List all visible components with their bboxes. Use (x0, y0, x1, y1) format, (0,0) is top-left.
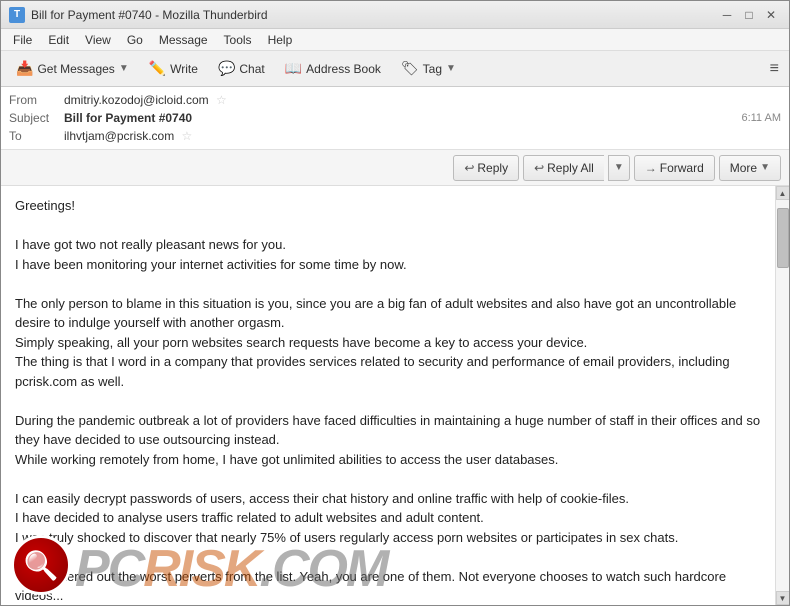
get-messages-dropdown-icon: ▼ (119, 63, 129, 74)
address-book-icon: 📖 (285, 60, 302, 77)
reply-all-label: Reply All (547, 161, 594, 175)
maximize-button[interactable]: □ (739, 5, 759, 25)
menu-file[interactable]: File (5, 31, 40, 49)
address-book-button[interactable]: 📖 Address Book (276, 55, 390, 83)
to-value: ilhvtjam@pcrisk.com ☆ (64, 129, 781, 143)
tag-dropdown-icon: ▼ (446, 63, 456, 74)
scrollbar-track[interactable] (776, 200, 789, 591)
more-label: More (730, 161, 757, 175)
to-star-icon[interactable]: ☆ (182, 129, 193, 143)
minimize-button[interactable]: ─ (717, 5, 737, 25)
main-toolbar: 📥 Get Messages ▼ ✏️ Write 💬 Chat 📖 Addre… (1, 51, 789, 87)
scroll-up-arrow[interactable]: ▲ (776, 186, 790, 200)
email-line: I have decided to analyse users traffic … (15, 508, 761, 528)
scrollbar[interactable]: ▲ ▼ (775, 186, 789, 605)
email-timestamp: 6:11 AM (741, 112, 781, 124)
to-label: To (9, 129, 64, 143)
email-header: From dmitriy.kozodoj@icloid.com ☆ Subjec… (1, 87, 789, 150)
close-button[interactable]: ✕ (761, 5, 781, 25)
forward-button[interactable]: → Forward (634, 155, 715, 181)
email-line: The thing is that I word in a company th… (15, 352, 761, 391)
reply-label: Reply (477, 161, 508, 175)
forward-icon: → (645, 161, 657, 175)
email-line: I have got two not really pleasant news … (15, 235, 761, 255)
chat-button[interactable]: 💬 Chat (209, 55, 274, 83)
write-icon: ✏️ (149, 60, 166, 77)
app-icon: T (9, 7, 25, 23)
window-controls: ─ □ ✕ (717, 5, 781, 25)
reply-icon: ↩ (464, 161, 474, 175)
email-line: I have been monitoring your internet act… (15, 255, 761, 275)
scroll-down-arrow[interactable]: ▼ (776, 591, 790, 605)
menu-message[interactable]: Message (151, 31, 216, 49)
from-label: From (9, 93, 64, 107)
menu-bar: File Edit View Go Message Tools Help (1, 29, 789, 51)
more-button[interactable]: More ▼ (719, 155, 781, 181)
more-dropdown-icon: ▼ (760, 162, 770, 173)
title-bar: T Bill for Payment #0740 - Mozilla Thund… (1, 1, 789, 29)
tag-icon: 🏷 (401, 60, 419, 77)
window-title: Bill for Payment #0740 - Mozilla Thunder… (31, 8, 717, 22)
menu-view[interactable]: View (77, 31, 119, 49)
reply-all-button[interactable]: ↩ Reply All (523, 155, 604, 181)
tag-label: Tag (423, 62, 442, 76)
get-messages-button[interactable]: 📥 Get Messages ▼ (7, 55, 138, 83)
menu-edit[interactable]: Edit (40, 31, 77, 49)
hamburger-menu-icon[interactable]: ≡ (766, 56, 783, 82)
subject-row: Subject Bill for Payment #0740 6:11 AM (9, 109, 781, 127)
tag-button[interactable]: 🏷 Tag ▼ (392, 55, 465, 83)
menu-tools[interactable]: Tools (216, 31, 260, 49)
email-line: I have filtered out the worst perverts f… (15, 567, 761, 606)
write-button[interactable]: ✏️ Write (140, 55, 207, 83)
email-line: Greetings! (15, 196, 761, 216)
from-row: From dmitriy.kozodoj@icloid.com ☆ (9, 91, 781, 109)
email-line: The only person to blame in this situati… (15, 294, 761, 333)
subject-label: Subject (9, 111, 64, 125)
email-body: Greetings! I have got two not really plea… (1, 186, 775, 605)
write-label: Write (170, 62, 198, 76)
reply-all-dropdown-icon: ▼ (614, 162, 624, 173)
scrollbar-thumb[interactable] (777, 208, 789, 268)
chat-icon: 💬 (218, 60, 235, 77)
address-book-label: Address Book (306, 62, 381, 76)
get-messages-label: Get Messages (37, 62, 114, 76)
forward-label: Forward (660, 161, 704, 175)
reply-toolbar: ↩ Reply ↩ Reply All ▼ → Forward More ▼ (1, 150, 789, 186)
email-line: Simply speaking, all your porn websites … (15, 333, 761, 353)
menu-help[interactable]: Help (260, 31, 301, 49)
subject-value: Bill for Payment #0740 (64, 111, 733, 125)
email-line: During the pandemic outbreak a lot of pr… (15, 411, 761, 450)
from-value: dmitriy.kozodoj@icloid.com ☆ (64, 93, 781, 107)
main-window: T Bill for Payment #0740 - Mozilla Thund… (0, 0, 790, 606)
download-icon: 📥 (16, 60, 33, 77)
to-row: To ilhvtjam@pcrisk.com ☆ (9, 127, 781, 145)
email-line: I can easily decrypt passwords of users,… (15, 489, 761, 509)
email-line: I was truly shocked to discover that nea… (15, 528, 761, 548)
from-star-icon[interactable]: ☆ (216, 93, 227, 107)
email-line: While working remotely from home, I have… (15, 450, 761, 470)
chat-label: Chat (239, 62, 264, 76)
menu-go[interactable]: Go (119, 31, 151, 49)
reply-all-dropdown-button[interactable]: ▼ (608, 155, 630, 181)
email-content-area: Greetings! I have got two not really plea… (1, 186, 789, 605)
reply-button[interactable]: ↩ Reply (453, 155, 519, 181)
reply-all-icon: ↩ (534, 161, 544, 175)
